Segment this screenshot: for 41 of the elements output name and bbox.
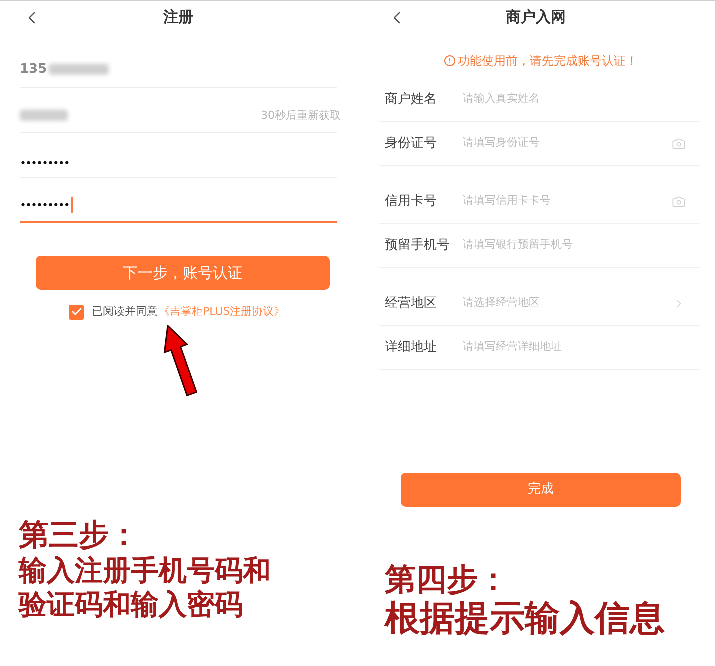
done-button[interactable]: 完成 bbox=[401, 473, 681, 507]
field-label: 经营地区 bbox=[385, 294, 438, 313]
screen-title: 商户入网 bbox=[506, 7, 566, 28]
placeholder-text: 请填写银行预留手机号 bbox=[463, 237, 573, 254]
placeholder-text: 请填写身份证号 bbox=[463, 135, 540, 152]
step-description: 输入注册手机号码和 bbox=[19, 554, 272, 588]
input-field[interactable]: 请选择经营地区 bbox=[463, 292, 672, 316]
placeholder-text: 请输入真实姓名 bbox=[463, 91, 540, 108]
notice-text: 功能使用前，请先完成账号认证！ bbox=[458, 53, 638, 70]
input-field[interactable]: ••••••••• bbox=[20, 133, 337, 178]
field-label: 身份证号 bbox=[385, 134, 438, 153]
field-label: 详细地址 bbox=[385, 338, 438, 357]
placeholder-text: 请选择经营地区 bbox=[463, 295, 540, 312]
alert-circle-icon bbox=[444, 55, 456, 67]
input-field[interactable]: 请填写经营详细地址 bbox=[463, 336, 686, 360]
placeholder-text: 请填写信用卡卡号 bbox=[463, 193, 551, 210]
next-step-button[interactable]: 下一步，账号认证 bbox=[36, 256, 330, 290]
step-description: 验证码和输入密码 bbox=[19, 588, 244, 622]
agreement-checkbox[interactable] bbox=[69, 304, 84, 320]
step-title: 第四步： bbox=[385, 561, 510, 599]
input-field[interactable]: 请填写信用卡卡号 bbox=[463, 190, 672, 214]
field-label: 商户姓名 bbox=[385, 90, 438, 109]
input-field[interactable]: 请填写身份证号 bbox=[463, 132, 672, 156]
field-label: 信用卡号 bbox=[385, 192, 438, 211]
input-field[interactable]: ••••••••• bbox=[20, 178, 337, 223]
agreement-text: 已阅读并同意 bbox=[92, 304, 158, 320]
agreement-link[interactable]: 《吉掌柜PLUS注册协议》 bbox=[159, 304, 286, 320]
screen-title: 注册 bbox=[164, 7, 194, 28]
step-title: 第三步： bbox=[19, 518, 140, 554]
field-label: 预留手机号 bbox=[385, 236, 451, 255]
camera-icon[interactable] bbox=[672, 136, 686, 150]
input-field[interactable]: 请填写银行预留手机号 bbox=[463, 234, 686, 258]
input-field[interactable]: 135 bbox=[20, 43, 337, 88]
password-value: ••••••••• bbox=[20, 200, 70, 210]
password-value: ••••••••• bbox=[20, 158, 70, 169]
camera-icon[interactable] bbox=[672, 194, 686, 208]
placeholder-text: 请填写经营详细地址 bbox=[463, 339, 562, 356]
text-cursor bbox=[71, 197, 74, 213]
step-description: 根据提示输入信息 bbox=[385, 599, 666, 639]
input-field[interactable]: 请输入真实姓名 bbox=[463, 88, 686, 112]
phone-number-value: 135 bbox=[20, 60, 48, 78]
